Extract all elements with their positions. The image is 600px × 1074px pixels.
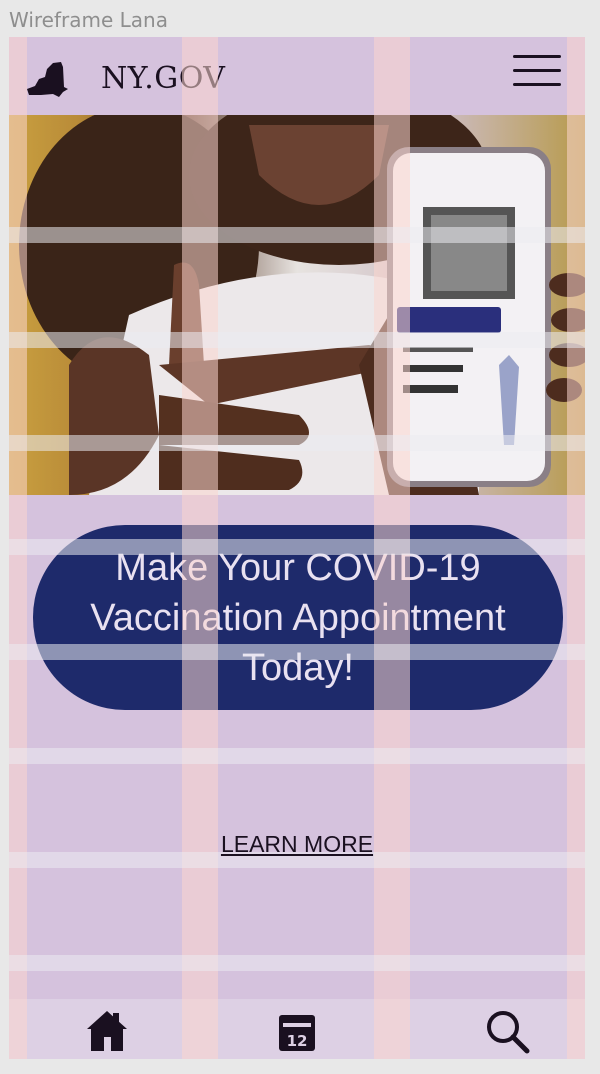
grid-row (9, 955, 585, 971)
brand-title[interactable]: NY.GOV (101, 61, 225, 96)
make-appointment-button[interactable]: Make Your COVID-19 Vaccination Appointme… (33, 525, 563, 710)
calendar-icon: 12 (279, 1015, 315, 1051)
learn-more-link[interactable]: LEARN MORE (9, 831, 585, 858)
bottom-nav: 12 (9, 999, 585, 1059)
frame-label: Wireframe Lana (9, 8, 168, 32)
nav-calendar[interactable]: 12 (273, 1007, 321, 1055)
hero-illustration (19, 115, 585, 495)
menu-button[interactable] (513, 55, 561, 89)
new-york-state-icon (27, 62, 68, 97)
home-icon (87, 1011, 127, 1051)
cta-label: Make Your COVID-19 Vaccination Appointme… (90, 546, 506, 689)
nav-home[interactable] (83, 1007, 131, 1055)
search-icon (487, 1011, 530, 1054)
calendar-day: 12 (287, 1032, 308, 1050)
nav-search[interactable] (483, 1007, 531, 1055)
artboard: NY.GOV Make Your COVID-19 Vaccination Ap… (9, 37, 585, 1059)
hero-image (9, 115, 585, 495)
grid-row (9, 748, 585, 764)
header: NY.GOV (9, 37, 585, 115)
hamburger-menu-icon (513, 55, 561, 86)
